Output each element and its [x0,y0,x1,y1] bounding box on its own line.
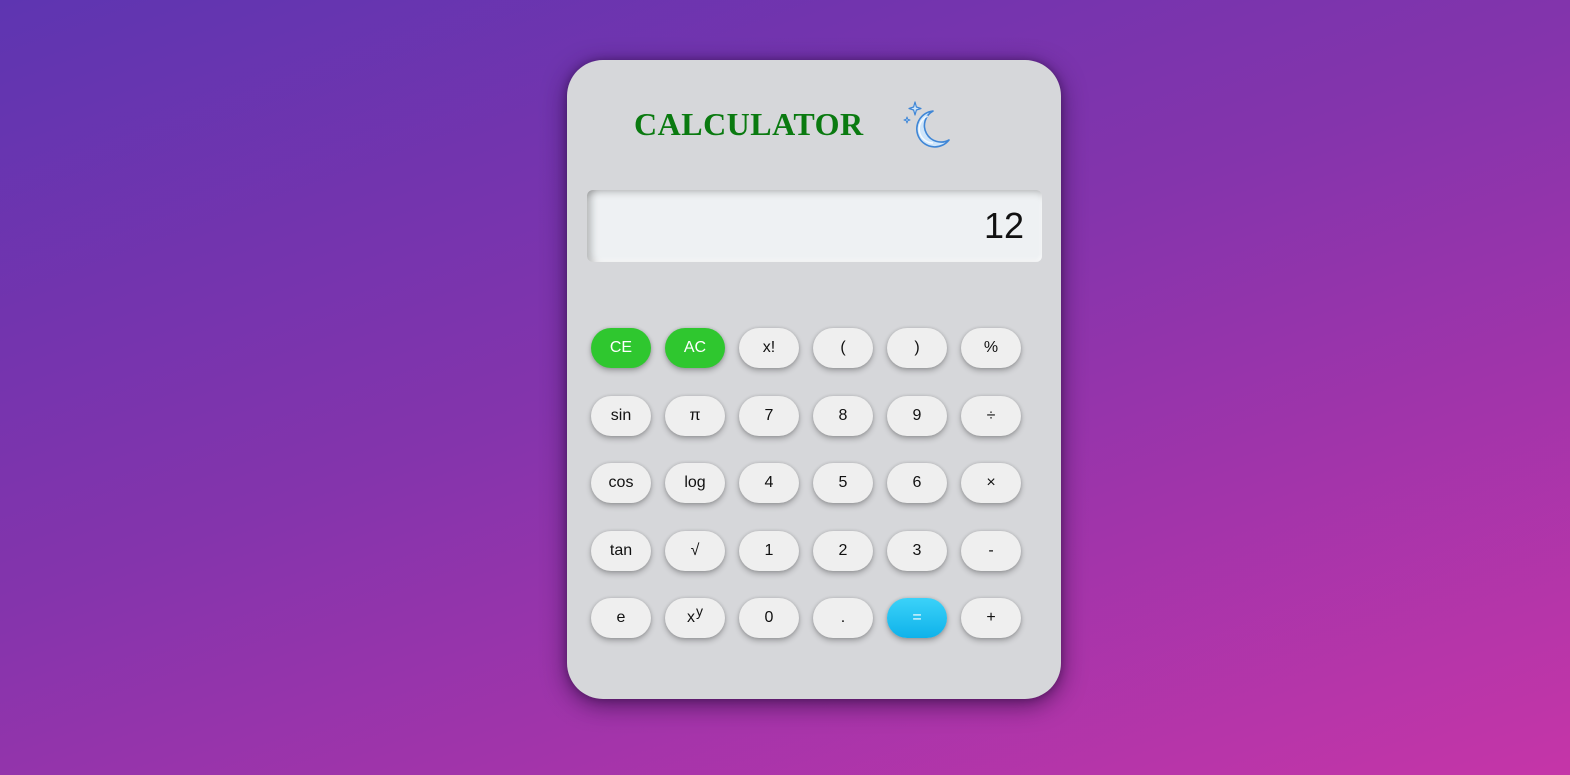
key-superscript: y [696,603,703,619]
digit-7-button[interactable]: 7 [739,395,799,436]
key-label: 1 [764,541,774,559]
key-label: ) [914,339,920,356]
key-label: % [983,339,999,356]
key-label: log [684,474,706,491]
key-label: ( [840,339,846,356]
clear-entry-button[interactable]: CE [591,328,651,368]
decimal-button[interactable]: . [813,598,873,638]
key-label: 5 [838,474,848,491]
theme-toggle-moon-icon[interactable] [903,100,955,152]
percent-button[interactable]: % [961,328,1021,368]
key-label: ÷ [986,406,996,424]
power-button[interactable]: xy [665,598,725,638]
key-label: 8 [838,406,848,424]
add-button[interactable]: + [961,598,1021,638]
digit-1-button[interactable]: 1 [739,530,799,571]
digit-4-button[interactable]: 4 [739,463,799,503]
digit-0-button[interactable]: 0 [739,598,799,638]
key-label: 9 [912,406,922,424]
display-value: 12 [983,205,1024,246]
key-label: 2 [838,541,848,559]
close-paren-button[interactable]: ) [887,328,947,368]
key-label: . [840,609,846,626]
calculator-panel: CALCULATOR 12 CE AC x!()% sin π 7 8 9 ÷ cos log 4 5 6… [567,60,1061,699]
equals-button[interactable]: = [887,598,947,638]
key-label: x! [762,339,776,356]
key-label: - [988,541,994,559]
factorial-button[interactable]: x! [739,328,799,368]
key-label: sin [610,406,632,424]
key-label: π [689,406,701,424]
key-label: 0 [764,609,774,626]
digit-9-button[interactable]: 9 [887,395,947,436]
digit-2-button[interactable]: 2 [813,530,873,571]
sqrt-button[interactable]: √ [665,530,725,571]
key-label: 7 [764,406,774,424]
sin-button[interactable]: sin [591,395,651,436]
app-title: CALCULATOR [634,106,864,142]
key-label: 6 [912,474,922,491]
calculator-display: 12 [587,190,1042,262]
all-clear-button[interactable]: AC [665,328,725,368]
keypad: CE AC x! ()% sin π 7 8 9 ÷ cos log 4 5 6 × tan √ 1 2 3 - e x y 0.… [591,328,1021,638]
key-label: CE [609,339,633,356]
digit-3-button[interactable]: 3 [887,530,947,571]
key-label: e [616,609,626,626]
digit-5-button[interactable]: 5 [813,463,873,503]
key-label: 3 [912,541,922,559]
key-label: AC [683,339,707,356]
key-label: + [986,609,996,626]
tan-button[interactable]: tan [591,530,651,571]
digit-8-button[interactable]: 8 [813,395,873,436]
divide-button[interactable]: ÷ [961,395,1021,436]
subtract-button[interactable]: - [961,530,1021,571]
log-button[interactable]: log [665,463,725,503]
key-label: 4 [764,474,774,491]
cos-button[interactable]: cos [591,463,651,503]
key-label: x [687,609,695,626]
multiply-button[interactable]: × [961,463,1021,503]
key-label: tan [609,541,633,559]
digit-6-button[interactable]: 6 [887,463,947,503]
key-label: × [986,474,996,491]
key-label: √ [690,541,700,559]
key-label: cos [608,474,634,491]
pi-button[interactable]: π [665,395,725,436]
key-label: = [912,609,922,626]
open-paren-button[interactable]: ( [813,328,873,368]
euler-button[interactable]: e [591,598,651,638]
